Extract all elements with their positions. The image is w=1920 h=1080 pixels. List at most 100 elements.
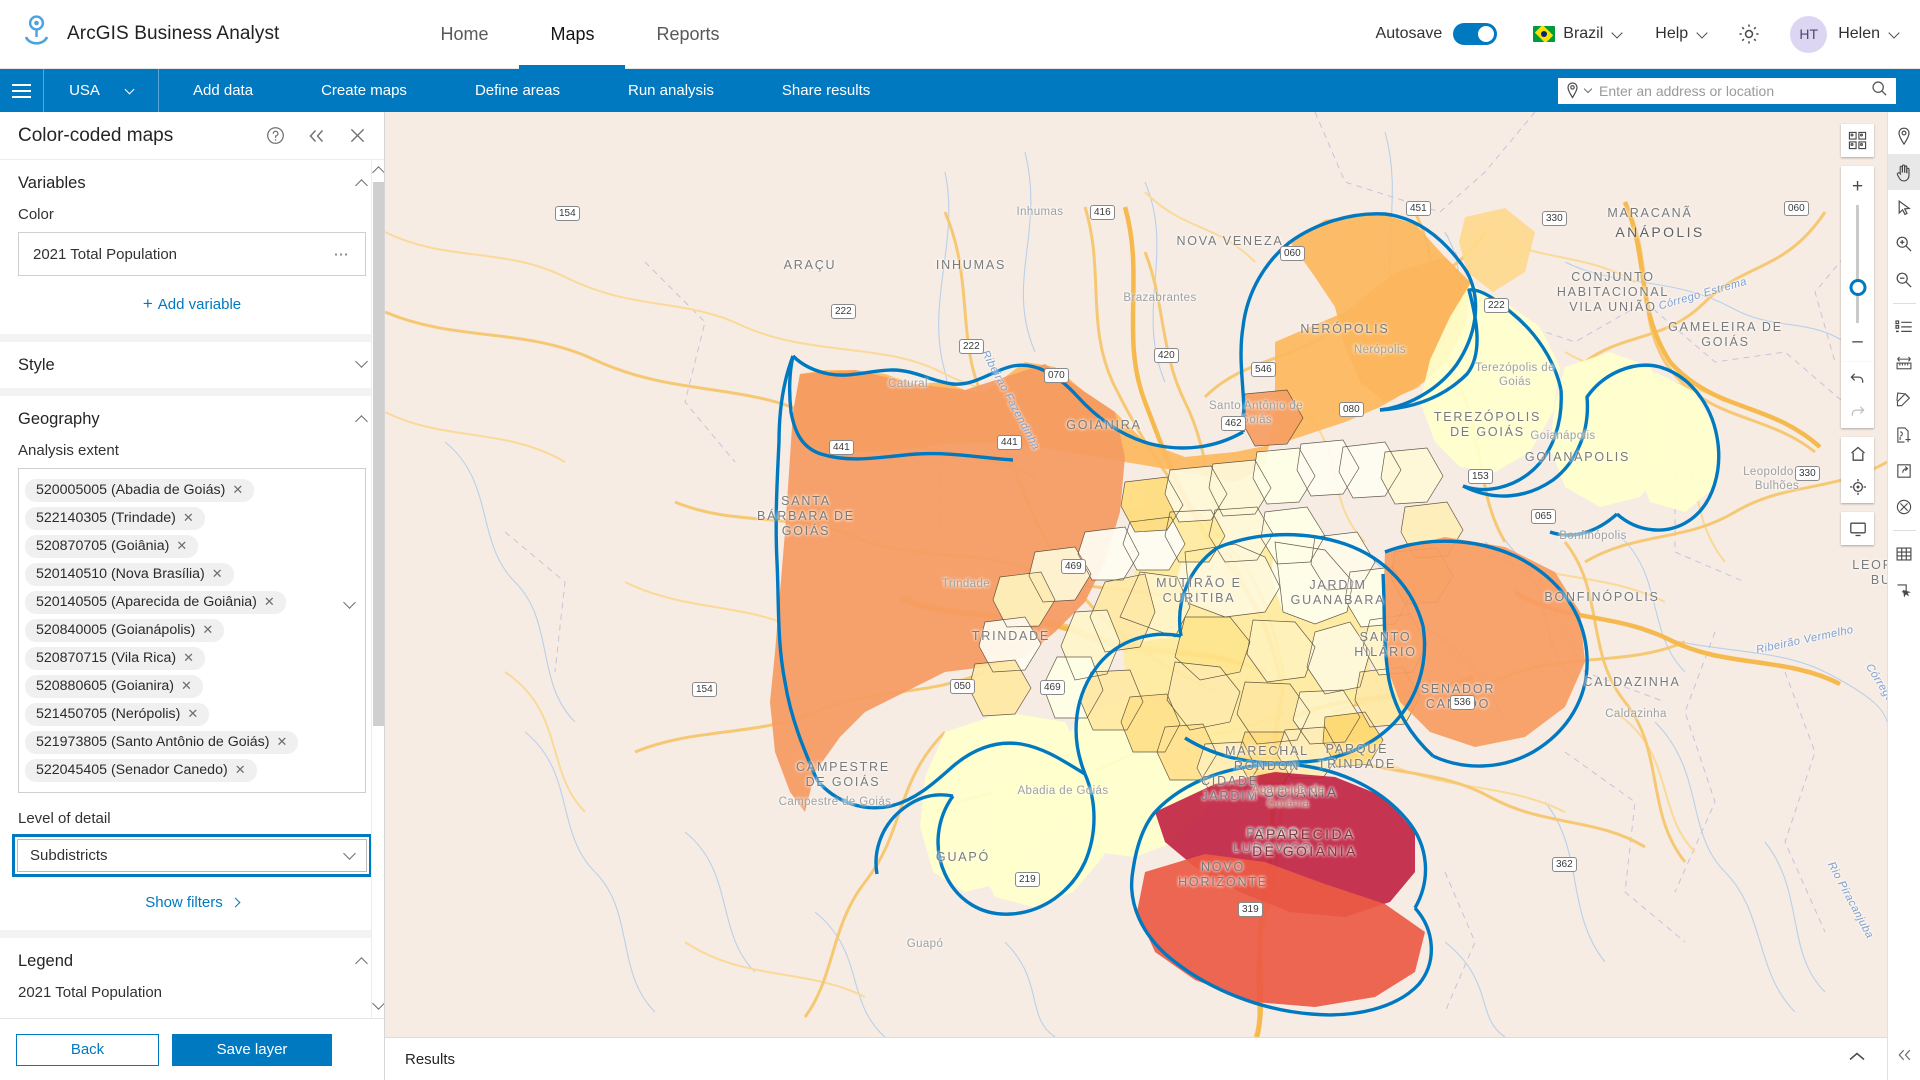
results-expand-chevron-up-icon[interactable] [1847,1050,1867,1069]
nav-tab-reports[interactable]: Reports [625,0,750,69]
search-input[interactable] [1599,83,1871,99]
nav-tab-maps[interactable]: Maps [519,0,625,69]
chevron-down-icon [1612,27,1623,38]
variable-row-population[interactable]: 2021 Total Population ⋯ [18,232,366,276]
zoom-in-magnifier-icon[interactable] [1888,226,1920,262]
add-infographic-icon[interactable] [1888,417,1920,453]
chip-remove-icon[interactable]: ✕ [202,622,213,638]
zoom-slider-thumb[interactable] [1849,279,1866,296]
brand[interactable]: ArcGIS Business Analyst [0,15,279,54]
chip-remove-icon[interactable]: ✕ [212,566,223,582]
close-x-icon[interactable] [349,127,366,144]
level-of-detail-select[interactable]: Subdistricts [17,839,367,872]
pan-hand-icon[interactable] [1888,154,1920,190]
map-canvas[interactable]: .rd { stroke:#f7c873; stroke-width:3; fi… [385,112,1887,1037]
chip-remove-icon[interactable]: ✕ [235,762,246,778]
basemap-gallery-icon[interactable] [1841,124,1874,157]
zoom-out-magnifier-icon[interactable] [1888,262,1920,298]
add-variable-button[interactable]: +Add variable [0,276,384,334]
extent-chip[interactable]: 520870715 (Vila Rica)✕ [25,647,205,670]
chevron-up-icon[interactable] [357,412,366,426]
extent-chip[interactable]: 520140510 (Nova Brasília)✕ [25,563,234,586]
clear-results-icon[interactable] [1888,489,1920,525]
back-button[interactable]: Back [16,1034,159,1066]
undo-arrow-icon[interactable] [1841,362,1874,395]
chevron-down-icon[interactable] [357,357,366,373]
extent-chip[interactable]: 520880605 (Goianira)✕ [25,675,203,698]
location-pin-icon[interactable] [1566,82,1579,99]
toolbar-item-create-maps[interactable]: Create maps [287,69,441,112]
extent-chip[interactable]: 520840005 (Goianápolis)✕ [25,619,224,642]
scroll-down-arrow-icon[interactable] [372,997,384,1010]
export-share-icon[interactable] [1888,453,1920,489]
section-geography-header[interactable]: Geography [0,396,384,442]
select-by-shape-icon[interactable] [1888,572,1920,608]
measure-ruler-icon[interactable] [1888,345,1920,381]
zoom-slider[interactable] [1856,205,1859,323]
toolbar-item-share-results[interactable]: Share results [748,69,904,112]
ellipsis-icon[interactable]: ⋯ [334,245,352,263]
chip-remove-icon[interactable]: ✕ [183,510,194,526]
chip-remove-icon[interactable]: ✕ [276,734,287,750]
autosave-toggle[interactable] [1453,23,1497,45]
extent-chip[interactable]: 520005005 (Abadia de Goiás)✕ [25,479,254,502]
chip-remove-icon[interactable]: ✕ [187,706,198,722]
rail-collapse-double-chevron-left-icon[interactable] [1888,1042,1920,1068]
scrollbar-thumb[interactable] [373,182,384,726]
double-chevron-left-icon[interactable] [307,128,327,144]
locate-target-icon[interactable] [1841,470,1874,503]
table-grid-icon[interactable] [1888,536,1920,572]
save-layer-button[interactable]: Save layer [172,1034,332,1066]
chip-remove-icon[interactable]: ✕ [176,538,187,554]
section-legend-header[interactable]: Legend [0,938,384,984]
select-pointer-icon[interactable] [1888,190,1920,226]
display-monitor-icon[interactable] [1841,512,1874,545]
chevron-down-icon [1888,27,1899,38]
extent-chip[interactable]: 520140505 (Aparecida de Goiânia)✕ [25,591,286,614]
rail-divider [1893,303,1916,304]
avatar[interactable]: HT [1790,16,1827,53]
dataset-selector[interactable]: USA [44,69,159,112]
extent-chip[interactable]: 522045405 (Senador Canedo)✕ [25,759,257,782]
help-circle-icon[interactable] [266,126,285,145]
hamburger-menu-icon[interactable] [0,69,44,112]
chip-remove-icon[interactable]: ✕ [183,650,194,666]
country-selector[interactable]: Brazil [1533,25,1621,43]
home-locate-group [1841,437,1874,503]
toolbar-item-define-areas[interactable]: Define areas [441,69,594,112]
nav-tab-home[interactable]: Home [409,0,519,69]
chip-remove-icon[interactable]: ✕ [264,594,275,610]
scroll-up-arrow-icon[interactable] [372,166,384,179]
user-menu[interactable]: Helen [1838,25,1898,43]
extent-expand-chevron-down-icon[interactable] [345,598,354,616]
chevron-up-icon[interactable] [357,176,366,190]
gear-icon[interactable] [1736,21,1762,47]
zoom-out-minus-icon[interactable]: – [1841,325,1874,358]
search-icon[interactable] [1871,80,1888,102]
zoom-in-plus-icon[interactable]: + [1841,170,1874,203]
analysis-extent-box[interactable]: 520005005 (Abadia de Goiás)✕ 522140305 (… [18,468,366,793]
help-menu[interactable]: Help [1655,25,1706,43]
toolbar-item-run-analysis[interactable]: Run analysis [594,69,748,112]
location-pin-icon[interactable] [1888,118,1920,154]
draw-edit-icon[interactable] [1888,381,1920,417]
toolbar-item-add-data[interactable]: Add data [159,69,287,112]
app-header: ArcGIS Business Analyst Home Maps Report… [0,0,1920,69]
chip-remove-icon[interactable]: ✕ [181,678,192,694]
chip-remove-icon[interactable]: ✕ [232,482,243,498]
extent-chip[interactable]: 521973805 (Santo Antônio de Goiás)✕ [25,731,298,754]
panel-scroll-area[interactable]: Variables Color 2021 Total Population ⋯ … [0,160,384,1018]
home-extent-icon[interactable] [1841,437,1874,470]
section-style-header[interactable]: Style [0,342,384,388]
extent-chip[interactable]: 520870705 (Goiânia)✕ [25,535,198,558]
panel-title: Color-coded maps [18,125,173,147]
panel-scrollbar[interactable] [371,160,384,1018]
chevron-up-icon[interactable] [357,954,366,968]
chevron-down-icon[interactable] [1584,85,1592,93]
legend-list-icon[interactable] [1888,309,1920,345]
extent-chip[interactable]: 522140305 (Trindade)✕ [25,507,205,530]
section-variables-header[interactable]: Variables [0,160,384,206]
rail-divider [1893,530,1916,531]
extent-chip[interactable]: 521450705 (Nerópolis)✕ [25,703,209,726]
show-filters-button[interactable]: Show filters [0,877,384,930]
